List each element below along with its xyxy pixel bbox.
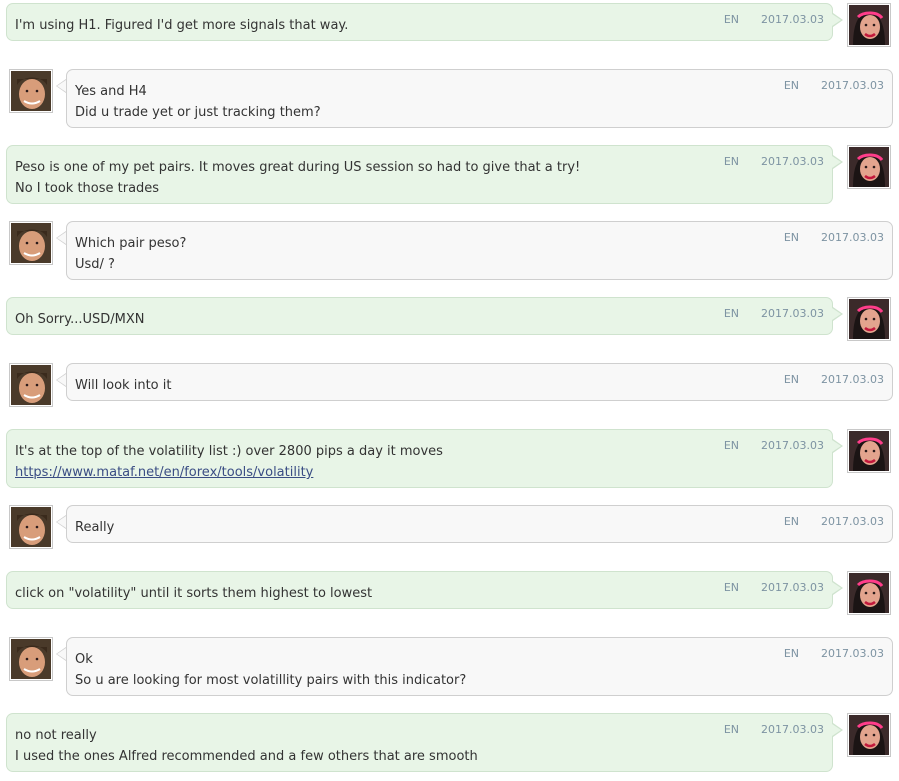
message-date: 2017.03.03 [821, 515, 884, 528]
language-tag[interactable]: EN [784, 511, 799, 532]
message-text: Did u trade yet or just tracking them? [75, 105, 321, 120]
language-tag[interactable]: EN [724, 577, 739, 598]
message-bubble: click on "volatility" until it sorts the… [6, 571, 833, 609]
language-tag[interactable]: EN [724, 435, 739, 456]
language-tag[interactable]: EN [724, 303, 739, 324]
language-tag[interactable]: EN [784, 643, 799, 664]
message-bubble: I'm using H1. Figured I'd get more signa… [6, 3, 833, 41]
message-bubble: It's at the top of the volatility list :… [6, 429, 833, 488]
woman-avatar-icon [849, 299, 889, 339]
message-bubble: Which pair peso? Usd/ ? EN 2017.03.03 [66, 221, 893, 280]
message-text: Yes and H4 [75, 84, 147, 99]
message-meta: EN 2017.03.03 [724, 9, 824, 30]
message-date: 2017.03.03 [761, 581, 824, 594]
man-avatar-icon [11, 639, 51, 679]
language-tag[interactable]: EN [724, 9, 739, 30]
bubble-tail [832, 156, 841, 168]
bubble-tail [832, 308, 841, 320]
message-bubble: no not really I used the ones Alfred rec… [6, 713, 833, 772]
avatar-contact[interactable] [9, 637, 53, 681]
message-date: 2017.03.03 [821, 231, 884, 244]
message-text: So u are looking for most volatillity pa… [75, 673, 467, 688]
man-avatar-icon [11, 507, 51, 547]
bubble-tail [832, 724, 841, 736]
bubble-tail [832, 582, 841, 594]
language-tag[interactable]: EN [784, 227, 799, 248]
message-date: 2017.03.03 [821, 373, 884, 386]
message-bubble: Peso is one of my pet pairs. It moves gr… [6, 145, 833, 204]
avatar-sender[interactable] [847, 571, 891, 615]
woman-avatar-icon [849, 573, 889, 613]
message-bubble: Ok So u are looking for most volatillity… [66, 637, 893, 696]
message-text: Will look into it [75, 378, 172, 393]
woman-avatar-icon [849, 5, 889, 45]
woman-avatar-icon [849, 715, 889, 755]
bubble-tail [832, 14, 841, 26]
message-text: Really [75, 520, 115, 535]
avatar-contact[interactable] [9, 69, 53, 113]
message-text: Ok [75, 652, 93, 667]
message-text: Oh Sorry...USD/MXN [15, 312, 145, 327]
message-text: No I took those trades [15, 181, 160, 196]
chat-thread: I'm using H1. Figured I'd get more signa… [0, 0, 899, 781]
message-meta: EN 2017.03.03 [784, 511, 884, 532]
message-text: click on "volatility" until it sorts the… [15, 586, 373, 601]
message-meta: EN 2017.03.03 [724, 151, 824, 172]
message-text: I used the ones Alfred recommended and a… [15, 749, 478, 764]
message-text: Which pair peso? [75, 236, 187, 251]
message-text: no not really [15, 728, 97, 743]
woman-avatar-icon [849, 147, 889, 187]
message-meta: EN 2017.03.03 [784, 369, 884, 390]
message-bubble: Yes and H4 Did u trade yet or just track… [66, 69, 893, 128]
man-avatar-icon [11, 365, 51, 405]
message-date: 2017.03.03 [821, 647, 884, 660]
bubble-tail [57, 232, 66, 244]
avatar-sender[interactable] [847, 145, 891, 189]
bubble-tail [832, 440, 841, 452]
message-text: Usd/ ? [75, 257, 115, 272]
message-date: 2017.03.03 [761, 155, 824, 168]
message-bubble: Oh Sorry...USD/MXN EN 2017.03.03 [6, 297, 833, 335]
bubble-tail [57, 374, 66, 386]
message-meta: EN 2017.03.03 [724, 435, 824, 456]
bubble-tail [57, 648, 66, 660]
avatar-contact[interactable] [9, 505, 53, 549]
message-meta: EN 2017.03.03 [784, 643, 884, 664]
woman-avatar-icon [849, 431, 889, 471]
message-text: Peso is one of my pet pairs. It moves gr… [15, 160, 581, 175]
message-date: 2017.03.03 [761, 439, 824, 452]
message-date: 2017.03.03 [821, 79, 884, 92]
message-bubble: Really EN 2017.03.03 [66, 505, 893, 543]
message-meta: EN 2017.03.03 [724, 577, 824, 598]
language-tag[interactable]: EN [784, 75, 799, 96]
avatar-sender[interactable] [847, 713, 891, 757]
avatar-contact[interactable] [9, 221, 53, 265]
language-tag[interactable]: EN [724, 151, 739, 172]
avatar-sender[interactable] [847, 3, 891, 47]
message-meta: EN 2017.03.03 [724, 303, 824, 324]
language-tag[interactable]: EN [784, 369, 799, 390]
avatar-sender[interactable] [847, 297, 891, 341]
message-text: It's at the top of the volatility list :… [15, 444, 443, 459]
message-link[interactable]: https://www.mataf.net/en/forex/tools/vol… [15, 462, 824, 483]
message-meta: EN 2017.03.03 [724, 719, 824, 740]
message-date: 2017.03.03 [761, 307, 824, 320]
message-text: I'm using H1. Figured I'd get more signa… [15, 18, 349, 33]
man-avatar-icon [11, 71, 51, 111]
avatar-contact[interactable] [9, 363, 53, 407]
message-meta: EN 2017.03.03 [784, 227, 884, 248]
bubble-tail [57, 516, 66, 528]
bubble-tail [57, 80, 66, 92]
message-date: 2017.03.03 [761, 13, 824, 26]
avatar-sender[interactable] [847, 429, 891, 473]
language-tag[interactable]: EN [724, 719, 739, 740]
message-bubble: Will look into it EN 2017.03.03 [66, 363, 893, 401]
message-meta: EN 2017.03.03 [784, 75, 884, 96]
man-avatar-icon [11, 223, 51, 263]
message-date: 2017.03.03 [761, 723, 824, 736]
